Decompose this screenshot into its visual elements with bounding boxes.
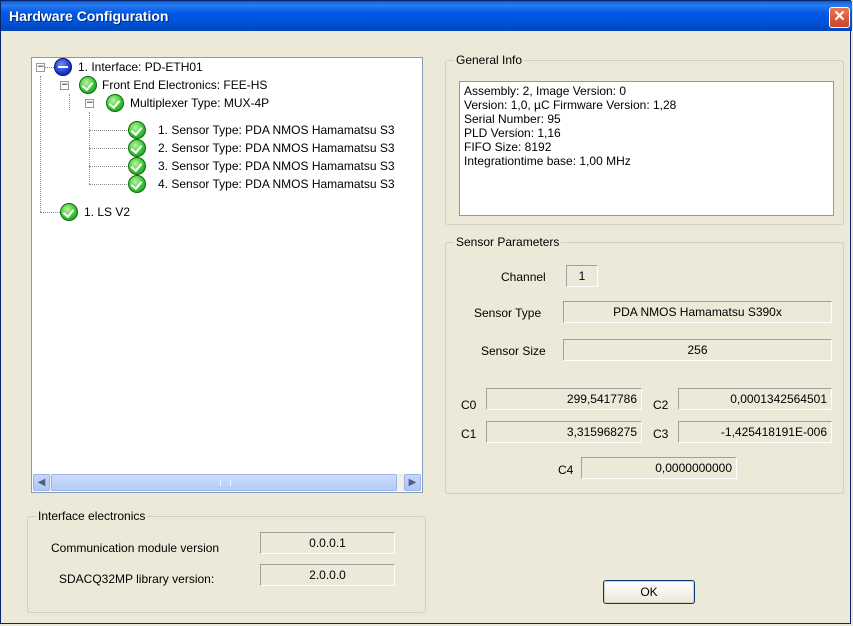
hardware-tree[interactable]: − 1. Interface: PD-ETH01 − Front End Ele… [31, 57, 423, 493]
tree-item-sensor-1[interactable]: 1. Sensor Type: PDA NMOS Hamamatsu S3 [32, 121, 422, 139]
tree-item-label: 1. Sensor Type: PDA NMOS Hamamatsu S3 [158, 123, 395, 137]
close-button[interactable]: ✕ [829, 7, 850, 28]
scroll-right-button[interactable]: ▶ [404, 474, 421, 491]
hardware-configuration-window: Hardware Configuration ✕ − 1. Interface:… [0, 0, 852, 624]
tree-item-label: 1. Interface: PD-ETH01 [78, 60, 203, 74]
grip-icon [220, 480, 231, 486]
channel-label: Channel [501, 270, 546, 284]
scroll-left-button[interactable]: ◀ [33, 474, 50, 491]
tree-item-label: Multiplexer Type: MUX-4P [130, 96, 270, 110]
interface-electronics-group: Interface electronics [27, 509, 426, 613]
sensor-size-field: 256 [563, 339, 832, 361]
comm-module-label: Communication module version [51, 541, 220, 555]
c2-label: C2 [653, 398, 669, 412]
close-icon: ✕ [833, 8, 846, 25]
info-line: Serial Number: 95 [464, 112, 561, 126]
title-bar[interactable]: Hardware Configuration ✕ [1, 1, 852, 31]
sensor-type-label: Sensor Type [474, 306, 542, 320]
info-line: Integrationtime base: 1,00 MHz [464, 154, 631, 168]
tree-item-label: 1. LS V2 [84, 205, 131, 219]
ok-button[interactable]: OK [603, 580, 695, 604]
check-icon [106, 94, 124, 112]
c2-field: 0,0001342564501 [678, 388, 832, 410]
c4-label: C4 [558, 463, 574, 477]
channel-field: 1 [566, 265, 598, 287]
tree-item-label: 4. Sensor Type: PDA NMOS Hamamatsu S3 [158, 177, 395, 191]
c1-label: C1 [461, 427, 477, 441]
c1-field: 3,315968275 [486, 421, 642, 443]
arrow-left-icon: ◀ [37, 477, 46, 488]
sensor-parameters-legend: Sensor Parameters [456, 235, 560, 249]
c0-field: 299,5417786 [486, 388, 642, 410]
c3-label: C3 [653, 427, 669, 441]
scroll-thumb[interactable] [51, 474, 397, 491]
c4-field: 0,0000000000 [581, 457, 737, 479]
window-title: Hardware Configuration [9, 8, 169, 24]
info-line: FIFO Size: 8192 [464, 140, 552, 154]
check-icon [128, 121, 146, 139]
tree-item-sensor-2[interactable]: 2. Sensor Type: PDA NMOS Hamamatsu S3 [32, 139, 422, 157]
check-icon [128, 175, 146, 193]
check-icon [79, 76, 97, 94]
tree-item-multiplexer[interactable]: − Multiplexer Type: MUX-4P [32, 94, 422, 112]
tree-item-ls-v2[interactable]: 1. LS V2 [32, 203, 422, 221]
tree-horizontal-scrollbar[interactable]: ◀ ▶ [33, 474, 421, 491]
sensor-size-label: Sensor Size [481, 344, 546, 358]
arrow-right-icon: ▶ [408, 477, 417, 488]
c0-label: C0 [461, 398, 477, 412]
library-version-label: SDACQ32MP library version: [59, 572, 215, 586]
collapse-icon[interactable]: − [60, 81, 69, 90]
tree-item-sensor-4[interactable]: 4. Sensor Type: PDA NMOS Hamamatsu S3 [32, 175, 422, 193]
check-icon [60, 203, 78, 221]
collapse-icon[interactable]: − [36, 63, 45, 72]
tree-item-label: 2. Sensor Type: PDA NMOS Hamamatsu S3 [158, 141, 395, 155]
tree-item-front-end[interactable]: − Front End Electronics: FEE-HS [32, 76, 422, 94]
check-icon [128, 139, 146, 157]
interface-icon [54, 58, 72, 76]
tree-item-interface[interactable]: − 1. Interface: PD-ETH01 [32, 58, 422, 76]
check-icon [128, 157, 146, 175]
c3-field: -1,425418191E-006 [678, 421, 832, 443]
sensor-type-field: PDA NMOS Hamamatsu S390x [563, 301, 832, 323]
general-info-text[interactable]: Assembly: 2, Image Version: 0 Version: 1… [459, 81, 834, 216]
tree-item-label: Front End Electronics: FEE-HS [102, 78, 268, 92]
general-info-legend: General Info [456, 53, 523, 67]
tree-item-label: 3. Sensor Type: PDA NMOS Hamamatsu S3 [158, 159, 395, 173]
collapse-icon[interactable]: − [85, 99, 94, 108]
tree-item-sensor-3[interactable]: 3. Sensor Type: PDA NMOS Hamamatsu S3 [32, 157, 422, 175]
library-version-field: 2.0.0.0 [260, 564, 395, 586]
info-line: Version: 1,0, µC Firmware Version: 1,28 [464, 98, 677, 112]
info-line: Assembly: 2, Image Version: 0 [464, 84, 627, 98]
info-line: PLD Version: 1,16 [464, 126, 561, 140]
comm-module-field: 0.0.0.1 [260, 532, 395, 554]
interface-electronics-legend: Interface electronics [38, 509, 146, 523]
